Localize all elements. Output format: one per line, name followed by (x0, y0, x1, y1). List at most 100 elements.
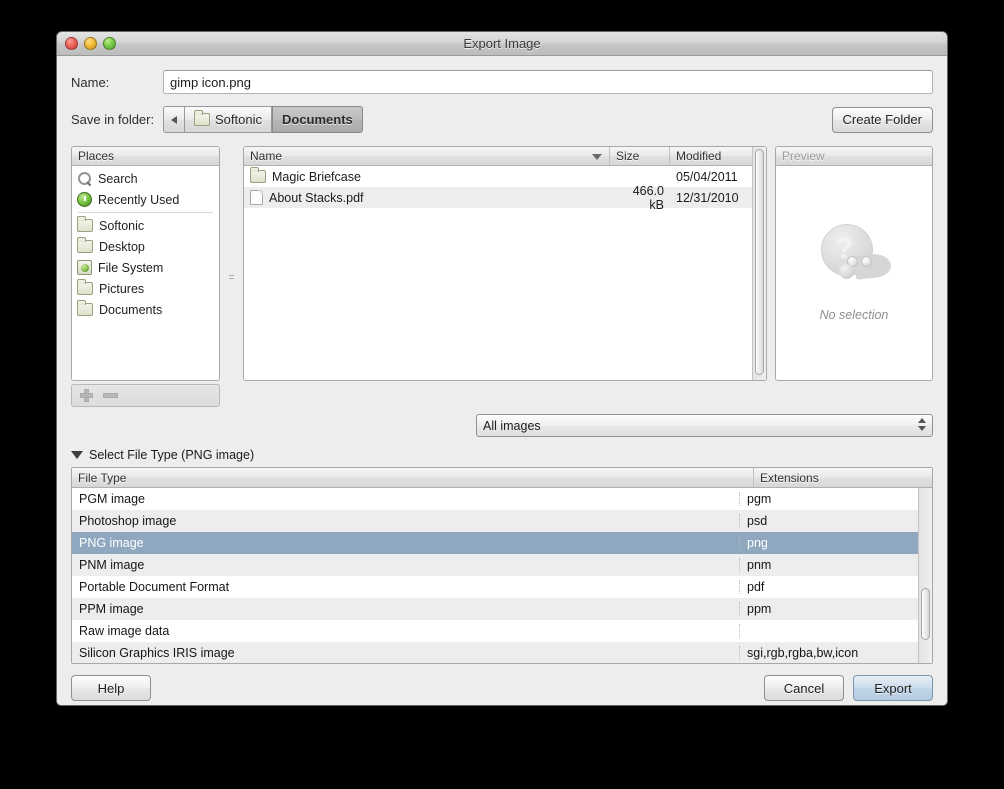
file-list-panel: Name Size Modified Magic Briefcase 05/04… (243, 146, 767, 381)
table-row[interactable]: PGM image pgm (72, 488, 918, 510)
no-selection-label: No selection (819, 308, 889, 322)
places-divider (78, 212, 213, 213)
grip-line (229, 277, 234, 279)
column-header-extensions[interactable]: Extensions (754, 468, 932, 487)
table-row-selected[interactable]: PNG image png (72, 532, 918, 554)
grip-line (229, 274, 234, 276)
extensions-cell: ppm (747, 602, 772, 616)
file-type-body: PGM image pgm Photoshop image psd PNG im… (72, 488, 932, 663)
file-type-cell: PPM image (72, 602, 740, 616)
table-row[interactable]: Portable Document Format pdf (72, 576, 918, 598)
folder-icon (77, 216, 93, 232)
file-filter-combo[interactable]: All images (476, 414, 933, 437)
table-row[interactable]: PNM image pnm (72, 554, 918, 576)
preview-header: Preview (776, 147, 932, 166)
spinner-down-icon (918, 426, 926, 431)
zoom-button[interactable] (103, 37, 116, 50)
select-file-type-label: Select File Type (PNG image) (89, 448, 255, 462)
file-name-cell: About Stacks.pdf (244, 190, 610, 205)
minus-icon[interactable] (103, 389, 118, 402)
column-header-name[interactable]: Name (244, 147, 610, 165)
scrollbar-thumb[interactable] (755, 149, 764, 375)
path-bar: Softonic Documents (163, 106, 363, 133)
file-type-header: File Type Extensions (72, 468, 932, 488)
minimize-button[interactable] (84, 37, 97, 50)
file-type-cell: PNM image (72, 558, 740, 572)
select-file-type-disclosure[interactable]: Select File Type (PNG image) (71, 448, 933, 462)
close-button[interactable] (65, 37, 78, 50)
file-type-scrollbar[interactable] (918, 488, 932, 663)
scrollbar-thumb[interactable] (921, 588, 930, 640)
preview-panel: Preview ? No selection (775, 146, 933, 381)
place-item-file-system[interactable]: File System (72, 257, 219, 278)
name-label: Name: (71, 74, 110, 90)
extensions-cell: pnm (747, 558, 772, 572)
file-modified-cell: 05/04/2011 (676, 169, 738, 184)
place-item-desktop[interactable]: Desktop (72, 236, 219, 257)
hard-drive-icon (77, 260, 92, 275)
table-row[interactable]: Raw image data (72, 620, 918, 642)
place-item-documents[interactable]: Documents (72, 299, 219, 320)
plus-icon[interactable] (80, 389, 93, 402)
window-title: Export Image (463, 36, 541, 51)
file-size-cell: 466.0 kB (632, 183, 664, 212)
file-type-cell: Raw image data (72, 624, 740, 638)
column-header-file-type[interactable]: File Type (72, 468, 754, 487)
spinner-arrows-icon[interactable] (918, 418, 926, 431)
filelist-column: Name Size Modified Magic Briefcase 05/04… (243, 146, 767, 407)
place-item-search[interactable]: Search (72, 168, 219, 189)
export-button[interactable]: Export (853, 675, 933, 701)
place-item-recently-used[interactable]: Recently Used (72, 189, 219, 210)
breadcrumb-softonic[interactable]: Softonic (184, 106, 272, 133)
dialog-footer: Help Cancel Export (57, 664, 947, 701)
file-modified-cell: 12/31/2010 (676, 190, 739, 205)
places-header: Places (72, 147, 219, 166)
column-header-size[interactable]: Size (610, 147, 670, 165)
table-row[interactable]: Magic Briefcase 05/04/2011 (244, 166, 752, 187)
place-item-softonic[interactable]: Softonic (72, 215, 219, 236)
place-item-pictures[interactable]: Pictures (72, 278, 219, 299)
table-row[interactable]: Silicon Graphics IRIS image sgi,rgb,rgba… (72, 642, 918, 663)
column-header-name-label: Name (250, 149, 283, 163)
place-label: Recently Used (98, 192, 180, 207)
wilber-question-icon: ? (817, 224, 893, 284)
file-list-rows: Magic Briefcase 05/04/2011 About Stacks.… (244, 166, 752, 380)
table-row[interactable]: PPM image ppm (72, 598, 918, 620)
pane-resize-grip[interactable] (228, 146, 235, 407)
file-type-table: File Type Extensions PGM image pgm Photo… (71, 467, 933, 664)
filename-input[interactable] (163, 70, 933, 94)
folder-icon (250, 167, 266, 183)
file-list-scrollbar[interactable] (752, 147, 766, 380)
extensions-cell: png (747, 536, 768, 550)
save-in-folder-label: Save in folder: (71, 112, 155, 127)
export-image-dialog: Export Image Name: Save in folder: Softo… (56, 31, 948, 706)
file-type-rows: PGM image pgm Photoshop image psd PNG im… (72, 488, 918, 663)
wilber-snout (853, 252, 893, 280)
place-label: Desktop (99, 239, 145, 254)
place-label: Search (98, 171, 138, 186)
help-button[interactable]: Help (71, 675, 151, 701)
cancel-button[interactable]: Cancel (764, 675, 844, 701)
save-folder-row: Save in folder: Softonic Documents Creat… (71, 106, 933, 133)
document-icon (250, 190, 263, 205)
table-row[interactable]: Photoshop image psd (72, 510, 918, 532)
column-header-modified[interactable]: Modified (670, 147, 752, 165)
file-name-label: About Stacks.pdf (269, 190, 364, 205)
browser-panes: Places Search Recently Used Softonic Des… (71, 146, 933, 407)
extensions-cell: sgi,rgb,rgba,bw,icon (747, 646, 859, 660)
file-name-label: Magic Briefcase (272, 169, 361, 184)
filter-row: All images (71, 414, 933, 437)
breadcrumb-softonic-label: Softonic (215, 112, 262, 127)
create-folder-button[interactable]: Create Folder (831, 106, 933, 133)
file-name-cell: Magic Briefcase (244, 167, 610, 184)
breadcrumb-documents[interactable]: Documents (271, 106, 363, 133)
file-type-cell: Silicon Graphics IRIS image (72, 646, 740, 660)
name-row: Name: (71, 70, 933, 94)
table-row[interactable]: About Stacks.pdf 466.0 kB 12/31/2010 (244, 184, 752, 212)
wilber-nose (839, 264, 854, 279)
path-back-button[interactable] (163, 106, 184, 133)
file-type-cell: PNG image (72, 536, 740, 550)
folder-icon (194, 110, 210, 126)
folder-icon (77, 300, 93, 316)
extensions-cell: psd (747, 514, 768, 528)
